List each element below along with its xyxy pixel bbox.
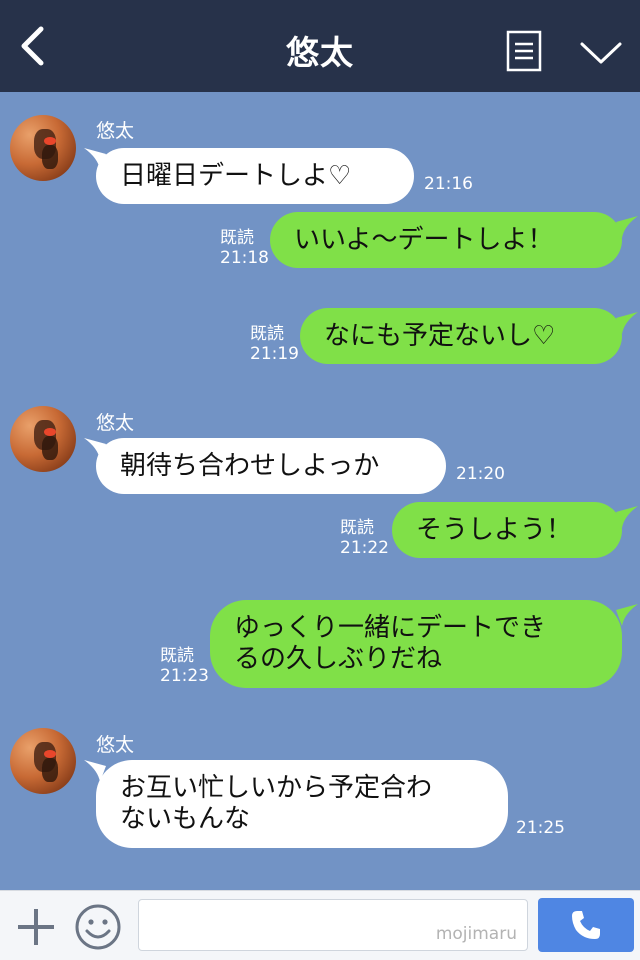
chat-title: 悠太 <box>286 33 354 72</box>
message-text: いいよ〜デートしよ！ <box>294 224 554 255</box>
read-receipt: 既読 <box>340 518 374 538</box>
message-text: なにも予定ないし♡ <box>324 320 556 351</box>
phone-icon <box>572 911 600 939</box>
message-meta: 既読 21:22 <box>340 518 389 558</box>
message-time: 21:25 <box>516 818 565 838</box>
menu-list-icon <box>506 30 542 72</box>
sender-name: 悠太 <box>96 734 135 756</box>
chevron-down-icon <box>580 42 622 64</box>
emoji-button[interactable] <box>74 903 122 951</box>
dropdown-button[interactable] <box>578 36 624 70</box>
smiley-icon <box>75 904 121 950</box>
message-bubble-sent[interactable]: なにも予定ないし♡ <box>300 308 622 364</box>
message-time: 21:18 <box>220 248 269 268</box>
message-meta: 既読 21:19 <box>250 324 299 364</box>
read-receipt: 既読 <box>250 324 284 344</box>
message-text-line: ないもんな <box>120 804 251 834</box>
message-meta: 既読 21:18 <box>220 228 269 268</box>
read-receipt: 既読 <box>220 228 254 248</box>
message-text: 朝待ち合わせしよっか <box>120 450 380 481</box>
add-button[interactable] <box>14 905 58 949</box>
bubble-tail <box>616 506 638 528</box>
message-meta: 既読 21:23 <box>160 646 209 686</box>
message-time: 21:22 <box>340 538 389 558</box>
bubble-tail <box>616 312 638 334</box>
message-text-line: お互い忙しいから予定合わ <box>120 773 433 803</box>
message-bubble-sent[interactable]: ゆっくり一緒にデートでき るの久しぶりだね <box>210 600 622 688</box>
message-bubble-received[interactable]: 朝待ち合わせしよっか <box>96 438 446 494</box>
message-bubble-received[interactable]: お互い忙しいから予定合わ ないもんな <box>96 760 508 848</box>
avatar[interactable] <box>10 115 76 181</box>
message-text: 日曜日デートしよ♡ <box>120 160 352 191</box>
sender-name: 悠太 <box>96 412 135 434</box>
avatar[interactable] <box>10 406 76 472</box>
input-bar: mojimaru <box>0 890 640 960</box>
call-button[interactable] <box>538 898 634 952</box>
watermark: mojimaru <box>435 924 517 944</box>
message-time: 21:16 <box>424 174 473 194</box>
message-text: そうしよう！ <box>416 514 573 545</box>
message-bubble-received[interactable]: 日曜日デートしよ♡ <box>96 148 414 204</box>
message-text-line: ゆっくり一緒にデートでき <box>234 613 547 643</box>
message-time: 21:20 <box>456 464 505 484</box>
message-input[interactable]: mojimaru <box>138 899 528 951</box>
message-text-line: るの久しぶりだね <box>234 644 443 674</box>
message-bubble-sent[interactable]: いいよ〜デートしよ！ <box>270 212 622 268</box>
message-time: 21:23 <box>160 666 209 686</box>
chat-header: 悠太 <box>0 0 640 92</box>
sender-name: 悠太 <box>96 120 135 142</box>
message-bubble-sent[interactable]: そうしよう！ <box>392 502 622 558</box>
plus-icon <box>18 909 54 945</box>
message-time: 21:19 <box>250 344 299 364</box>
menu-button[interactable] <box>506 30 542 72</box>
chat-area[interactable]: 悠太 日曜日デートしよ♡ 21:16 既読 21:18 いいよ〜デートしよ！ 既… <box>0 92 640 890</box>
bubble-tail <box>616 216 638 238</box>
bubble-tail <box>616 604 638 626</box>
avatar[interactable] <box>10 728 76 794</box>
read-receipt: 既読 <box>160 646 194 666</box>
